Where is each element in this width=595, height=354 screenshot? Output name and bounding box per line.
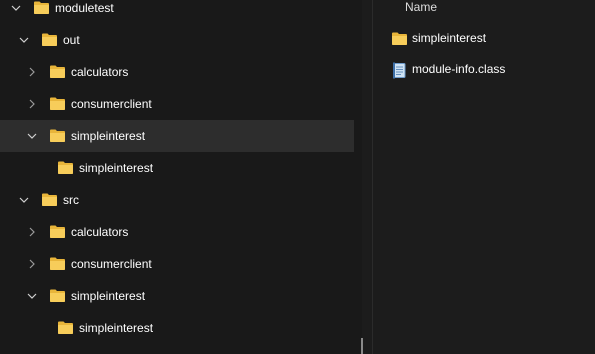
folder-icon	[49, 224, 66, 239]
navigation-pane: moduletest out calculators consumerclien…	[0, 0, 363, 354]
tree-item-moduletest[interactable]: moduletest	[0, 0, 354, 24]
chevron-down-icon[interactable]	[8, 0, 24, 24]
tree-item-label: simpleinterest	[79, 321, 154, 335]
tree-item-label: consumerclient	[71, 257, 152, 271]
file-name: simpleinterest	[412, 31, 487, 45]
navigation-scrollbar[interactable]	[361, 338, 363, 354]
folder-icon	[49, 256, 66, 271]
tree-item-out[interactable]: out	[0, 24, 354, 56]
tree-item-label: simpleinterest	[71, 129, 146, 143]
chevron-right-icon[interactable]	[24, 216, 40, 248]
file-explorer-window: moduletest out calculators consumerclien…	[0, 0, 595, 354]
chevron-down-icon[interactable]	[24, 280, 40, 312]
document-icon	[391, 62, 408, 78]
name-column-header[interactable]: Name	[405, 0, 437, 16]
file-name: module-info.class	[412, 62, 506, 76]
folder-icon	[49, 288, 66, 303]
tree-item-simpleinterest[interactable]: simpleinterest	[0, 152, 354, 184]
folder-icon	[49, 96, 66, 111]
tree-item-consumerclient[interactable]: consumerclient	[0, 248, 354, 280]
folder-icon	[49, 64, 66, 79]
tree-item-label: consumerclient	[71, 97, 152, 111]
chevron-down-icon[interactable]	[24, 120, 40, 152]
tree-item-src[interactable]: src	[0, 184, 354, 216]
tree-item-calculators[interactable]: calculators	[0, 216, 354, 248]
chevron-down-icon[interactable]	[16, 184, 32, 216]
tree-item-label: src	[63, 193, 79, 207]
file-item-document[interactable]: module-info.class	[391, 58, 591, 80]
tree-item-simpleinterest[interactable]: simpleinterest	[0, 312, 354, 344]
tree-item-calculators[interactable]: calculators	[0, 56, 354, 88]
tree-item-label: out	[63, 33, 80, 47]
folder-icon	[49, 128, 66, 143]
tree-item-label: calculators	[71, 65, 129, 79]
tree-item-consumerclient[interactable]: consumerclient	[0, 88, 354, 120]
tree-item-label: moduletest	[55, 1, 114, 15]
tree-item-simpleinterest-selected[interactable]: simpleinterest	[0, 120, 354, 152]
file-item-folder[interactable]: simpleinterest	[391, 27, 591, 49]
tree-item-label: simpleinterest	[71, 289, 146, 303]
tree-item-simpleinterest[interactable]: simpleinterest	[0, 280, 354, 312]
content-pane: Name simpleinterest module-info.class	[373, 0, 595, 354]
folder-icon	[41, 32, 58, 47]
chevron-right-icon[interactable]	[24, 56, 40, 88]
tree-item-label: calculators	[71, 225, 129, 239]
folder-icon	[33, 0, 50, 15]
chevron-down-icon[interactable]	[16, 24, 32, 56]
folder-icon	[391, 31, 408, 46]
folder-icon	[41, 192, 58, 207]
tree-item-label: simpleinterest	[79, 161, 154, 175]
folder-icon	[57, 320, 74, 335]
folder-icon	[57, 160, 74, 175]
chevron-right-icon[interactable]	[24, 248, 40, 280]
chevron-right-icon[interactable]	[24, 88, 40, 120]
